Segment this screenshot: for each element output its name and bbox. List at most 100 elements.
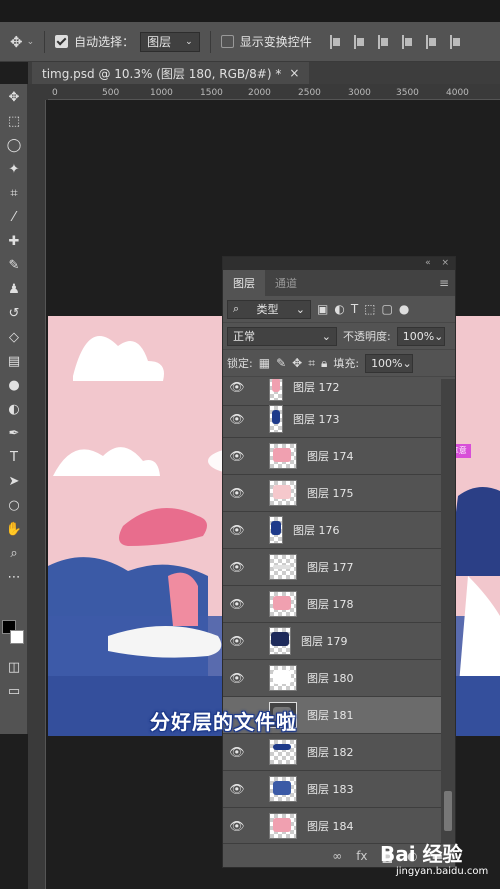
layer-thumbnail xyxy=(269,739,297,765)
type-tool-icon[interactable]: T xyxy=(4,448,24,468)
search-icon: ⌕ xyxy=(233,302,240,315)
align-left-icon[interactable] xyxy=(401,34,412,49)
magic-wand-icon[interactable]: ✦ xyxy=(4,160,24,180)
layer-row[interactable]: 👁︎ 图层 174 xyxy=(223,438,441,475)
align-bottom-icon[interactable] xyxy=(377,34,388,49)
document-tab[interactable]: timg.psd @ 10.3% (图层 180, RGB/8#) * × xyxy=(32,62,310,84)
align-hcenter-icon[interactable] xyxy=(425,34,436,49)
filter-toggle-icon[interactable]: ● xyxy=(399,302,409,316)
tab-channels[interactable]: 通道 xyxy=(265,270,307,296)
move-tool-icon[interactable]: ✥ xyxy=(10,33,23,51)
lock-label: 锁定: xyxy=(227,357,253,370)
layer-name: 图层 182 xyxy=(307,746,354,759)
layer-thumbnail xyxy=(269,627,291,655)
layer-name: 图层 179 xyxy=(301,635,348,648)
chevron-down-icon: ⌄ xyxy=(321,329,331,343)
layer-filter-dropdown[interactable]: ⌕ 类型 ⌄ xyxy=(227,299,311,319)
close-icon[interactable]: × xyxy=(289,66,299,80)
align-vcenter-icon[interactable] xyxy=(353,34,364,49)
collapse-icon[interactable]: « xyxy=(425,258,431,268)
layer-name: 图层 180 xyxy=(307,672,354,685)
layer-thumbnail xyxy=(269,516,283,544)
filter-adjustment-icon[interactable]: ◐ xyxy=(334,302,344,316)
background-color-swatch[interactable] xyxy=(10,630,24,644)
align-top-icon[interactable] xyxy=(329,34,340,49)
blur-tool-icon[interactable]: ● xyxy=(4,376,24,396)
layer-row[interactable]: 👁︎ 图层 175 xyxy=(223,475,441,512)
history-brush-icon[interactable]: ↺ xyxy=(4,304,24,324)
gradient-tool-icon[interactable]: ▤ xyxy=(4,352,24,372)
auto-select-target-dropdown[interactable]: 图层 ⌄ xyxy=(140,31,200,52)
ruler-tick: 1500 xyxy=(200,88,223,98)
screen-mode-icon[interactable]: ▭ xyxy=(4,682,24,702)
blend-row: 正常 ⌄ 不透明度: 100% ⌄ xyxy=(223,323,455,350)
blend-mode-dropdown[interactable]: 正常 ⌄ xyxy=(227,326,337,346)
layer-row[interactable]: 👁︎ 图层 176 xyxy=(223,512,441,549)
filter-pixel-icon[interactable]: ▣ xyxy=(317,302,328,316)
eyedropper-icon[interactable]: ⁄ xyxy=(4,208,24,228)
pen-tool-icon[interactable]: ✒ xyxy=(4,424,24,444)
quick-mask-icon[interactable]: ◫ xyxy=(4,658,24,678)
visibility-eye-icon[interactable]: 👁︎ xyxy=(223,523,251,537)
auto-select-checkbox[interactable] xyxy=(55,35,69,48)
marquee-tool-icon[interactable]: ⬚ xyxy=(4,112,24,132)
watermark-url: jingyan.baidu.com xyxy=(396,866,489,877)
lasso-tool-icon[interactable]: ◯ xyxy=(4,136,24,156)
opacity-field[interactable]: 100% ⌄ xyxy=(396,326,445,346)
lock-transparency-icon[interactable]: ▦ xyxy=(259,356,270,370)
filter-smart-object-icon[interactable]: ▢ xyxy=(382,302,393,316)
crop-tool-icon[interactable]: ⌗ xyxy=(4,184,24,204)
layer-row[interactable]: 👁︎ 图层 178 xyxy=(223,586,441,623)
scrollbar-thumb[interactable] xyxy=(444,791,452,831)
app-title-bar xyxy=(0,0,500,22)
move-tool-icon[interactable]: ✥ xyxy=(4,88,24,108)
close-icon[interactable]: × xyxy=(441,258,449,268)
visibility-eye-icon[interactable]: 👁︎ xyxy=(223,412,251,426)
visibility-eye-icon[interactable]: 👁︎ xyxy=(223,782,251,796)
brush-tool-icon[interactable]: ✎ xyxy=(4,256,24,276)
layer-style-icon[interactable]: fx xyxy=(356,849,367,863)
clone-stamp-icon[interactable]: ♟ xyxy=(4,280,24,300)
path-selection-icon[interactable]: ➤ xyxy=(4,472,24,492)
lock-position-icon[interactable]: ✥ xyxy=(292,356,302,370)
visibility-eye-icon[interactable]: 👁︎ xyxy=(223,597,251,611)
tool-preset-chevron-icon[interactable]: ⌄ xyxy=(27,37,35,47)
visibility-eye-icon[interactable]: 👁︎ xyxy=(223,449,251,463)
dodge-tool-icon[interactable]: ◐ xyxy=(4,400,24,420)
filter-shape-icon[interactable]: ⬚ xyxy=(364,302,375,316)
layer-row[interactable]: 👁︎ 图层 183 xyxy=(223,771,441,808)
layer-row[interactable]: 👁︎ 图层 173 xyxy=(223,401,441,438)
more-tools-icon[interactable]: ⋯ xyxy=(4,568,24,588)
ellipse-tool-icon[interactable]: ○ xyxy=(4,496,24,516)
tab-layers[interactable]: 图层 xyxy=(223,270,265,296)
lock-all-icon[interactable]: 🔒︎ xyxy=(321,356,327,371)
panel-menu-icon[interactable]: ≡ xyxy=(439,276,449,290)
filter-type-icon[interactable]: T xyxy=(351,302,358,316)
ruler-corner xyxy=(28,84,48,100)
layers-scrollbar[interactable] xyxy=(441,379,455,845)
visibility-eye-icon[interactable]: 👁︎ xyxy=(223,819,251,833)
filter-row: ⌕ 类型 ⌄ ▣ ◐ T ⬚ ▢ ● xyxy=(223,296,455,323)
visibility-eye-icon[interactable]: 👁︎ xyxy=(223,671,251,685)
zoom-tool-icon[interactable]: ⌕ xyxy=(4,544,24,564)
layer-name: 图层 181 xyxy=(307,709,354,722)
layer-row[interactable]: 👁︎ 图层 180 xyxy=(223,660,441,697)
visibility-eye-icon[interactable]: 👁︎ xyxy=(223,745,251,759)
hand-tool-icon[interactable]: ✋ xyxy=(4,520,24,540)
link-layers-icon[interactable]: ∞ xyxy=(332,849,342,863)
visibility-eye-icon[interactable]: 👁︎ xyxy=(223,634,251,648)
visibility-eye-icon[interactable]: 👁︎ xyxy=(223,486,251,500)
visibility-eye-icon[interactable]: 👁︎ xyxy=(223,380,251,394)
fill-field[interactable]: 100% ⌄ xyxy=(365,353,414,373)
align-right-icon[interactable] xyxy=(449,34,460,49)
layer-row[interactable]: 👁︎ 图层 177 xyxy=(223,549,441,586)
show-transform-checkbox[interactable] xyxy=(220,35,234,48)
layer-row[interactable]: 👁︎ 图层 179 xyxy=(223,623,441,660)
visibility-eye-icon[interactable]: 👁︎ xyxy=(223,560,251,574)
healing-brush-icon[interactable]: ✚ xyxy=(4,232,24,252)
eraser-icon[interactable]: ◇ xyxy=(4,328,24,348)
layer-row[interactable]: 👁︎ 图层 182 xyxy=(223,734,441,771)
lock-pixels-icon[interactable]: ✎ xyxy=(276,356,286,370)
lock-artboard-icon[interactable]: ⌗ xyxy=(308,356,315,371)
ruler-tick: 2000 xyxy=(248,88,271,98)
